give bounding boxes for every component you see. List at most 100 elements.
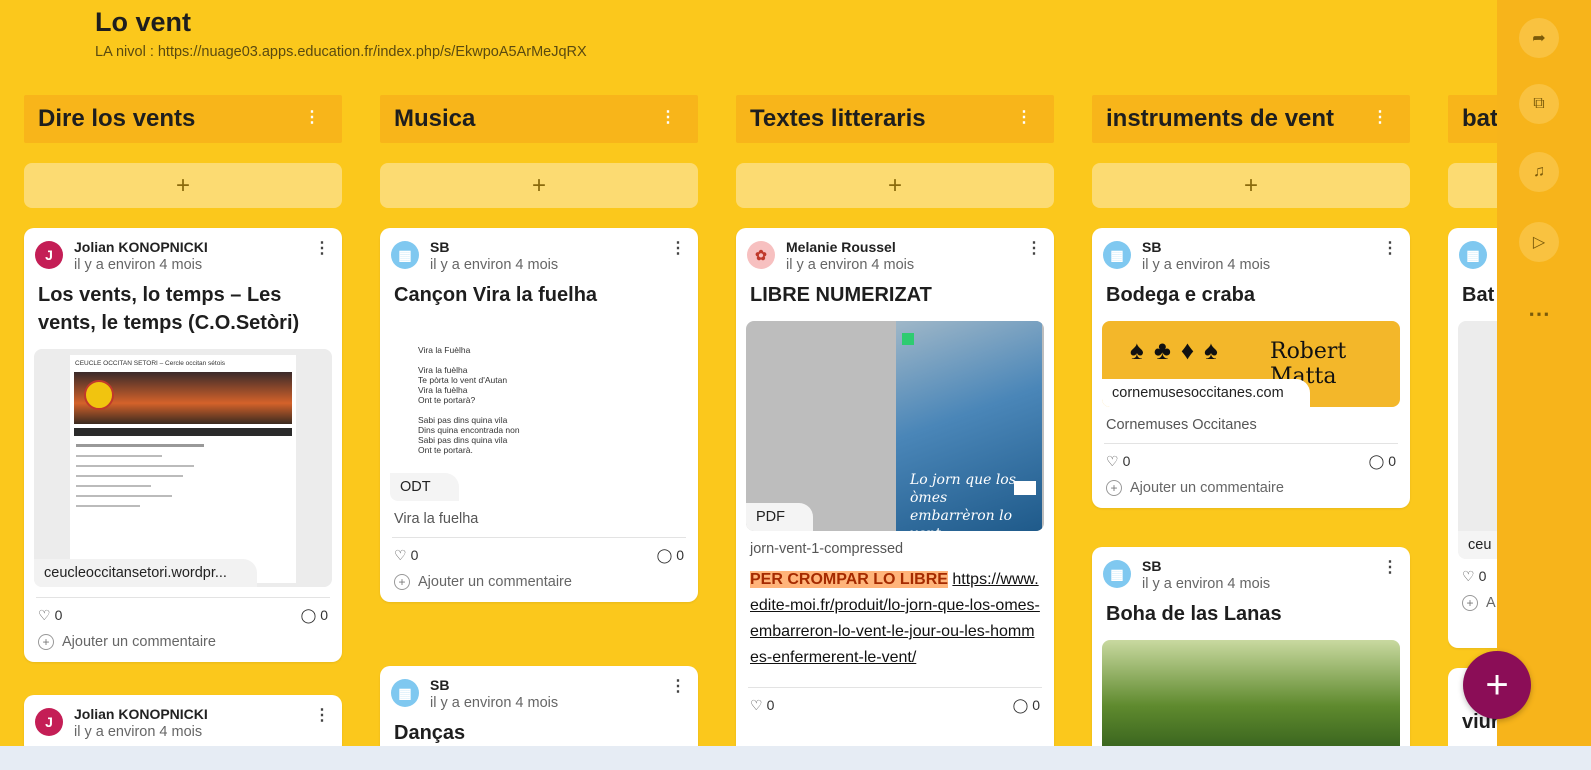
like-button[interactable]: ♡ 0 [394,547,418,564]
comments-button[interactable]: ◯ 0 [301,607,328,624]
add-post-button[interactable]: + [380,163,698,208]
link-domain-tag: ceu [1458,531,1497,559]
like-button[interactable]: ♡ 0 [750,697,774,714]
document-line: Ont te portarà. [418,445,473,455]
post-time: il y a environ 4 mois [74,257,203,273]
document-line: Sabi pas dins quina vila [418,435,508,445]
plus-circle-icon: + [38,634,54,650]
kebab-menu-icon[interactable]: ⋮ [660,107,676,127]
add-post-button[interactable]: + [1092,163,1410,208]
document-text: Vira la Fuèlha Vira la fuèlha Te pòrta lo… [418,345,520,455]
post-title: LIBRE NUMERIZAT [750,284,932,306]
board-subtitle: LA nivol : https://nuage03.apps.educatio… [95,44,587,60]
window-bottom-strip [0,746,1591,770]
post-card[interactable]: ▦ SB il y a environ 4 mois ⋮ Bodega e cr… [1092,228,1410,508]
share-icon[interactable]: ➦ [1519,18,1559,58]
column-title: Musica [394,105,476,132]
kebab-menu-icon[interactable]: ⋮ [1026,238,1042,258]
kebab-menu-icon[interactable]: ⋮ [1372,107,1388,127]
play-icon[interactable]: ▷ [1519,222,1559,262]
board-header: Lo vent LA nivol : https://nuage03.apps.… [95,4,587,60]
add-comment-button[interactable]: + Ajouter un commentaire [24,632,342,662]
comments-button[interactable]: ◯ 0 [657,547,684,564]
document-line: Vira la Fuèlha [418,345,471,355]
post-time: il y a environ 4 mois [430,695,559,711]
post-card[interactable]: ▦ SB il y a environ 4 mois ⋮ Cançon Vira… [380,228,698,602]
kebab-menu-icon[interactable]: ⋮ [1382,557,1398,577]
document-line: Vira la fuèlha [418,365,468,375]
post-card[interactable]: ▦ SB il y a environ 4 mois ⋮ Boha de las… [1092,547,1410,757]
kebab-menu-icon[interactable]: ⋮ [314,238,330,258]
post-time: il y a environ 4 mois [1142,257,1271,273]
add-post-fab[interactable]: + [1463,651,1531,719]
add-comment-button[interactable]: + Ajouter un commentaire [380,572,698,602]
column-title: instruments de vent [1106,105,1335,132]
comment-icon: ◯ [1368,453,1385,469]
comment-icon: ◯ [656,547,673,563]
barcode-icon [1014,481,1036,495]
post-title: Cançon Vira la fuelha [394,284,598,306]
like-button[interactable]: ♡ 0 [1462,568,1486,585]
add-comment-button[interactable]: + A [1448,593,1497,623]
add-post-button[interactable] [1448,163,1497,208]
document-line: Sabi pas dins quina vila [418,415,508,425]
kebab-menu-icon[interactable]: ⋮ [670,676,686,696]
post-title: Bat [1462,284,1495,306]
plus-circle-icon: + [1106,480,1122,496]
document-line: Ont te portarà? [418,395,476,405]
plus-circle-icon: + [1462,595,1478,611]
like-button[interactable]: ♡ 0 [38,607,62,624]
column-title: bat [1462,105,1497,132]
column-textes-litteraris: Textes litteraris ⋮ + ✿ Melanie Roussel … [736,95,1054,768]
add-post-button[interactable]: + [736,163,1054,208]
post-time: il y a environ 4 mois [430,257,559,273]
bell-icon[interactable]: ♫ [1519,152,1559,192]
forest-photo[interactable] [1102,640,1400,757]
column-header: instruments de vent ⋮ [1092,95,1410,143]
comments-button[interactable]: ◯ 0 [1369,453,1396,470]
more-icon[interactable]: ⋯ [1519,294,1559,334]
column-header: Textes litteraris ⋮ [736,95,1054,143]
column-title: Dire los vents [38,105,196,132]
kebab-menu-icon[interactable]: ⋮ [670,238,686,258]
avatar-pattern-icon: ▦ [391,241,419,269]
heart-icon: ♡ [38,607,51,623]
post-card[interactable]: ▦ SB il y a environ 4 mois ⋮ Danças [380,666,698,756]
like-button[interactable]: ♡ 0 [1106,453,1130,470]
post-author: Jolian KONOPNICKI [74,239,208,255]
heart-icon: ♡ [394,547,407,563]
comment-icon: ◯ [300,607,317,623]
file-type-tag: PDF [746,503,813,531]
avatar: J [35,708,63,736]
post-title: Los vents, lo temps – Les vents, le temp… [38,284,300,334]
comment-icon: ◯ [1012,697,1029,713]
kebab-menu-icon[interactable]: ⋮ [314,705,330,725]
document-preview[interactable]: Vira la Fuèlha Vira la fuèlha Te pòrta lo… [390,321,688,501]
column-header: Musica ⋮ [380,95,698,143]
bagpipe-icons: ♠♣♦♠ [1130,335,1228,365]
link-preview[interactable]: ceu [1458,321,1497,559]
plus-icon: + [175,171,190,199]
highlighted-text: PER CROMPAR LO LIBRE [750,571,948,588]
column-instruments-de-vent: instruments de vent ⋮ + ▦ SB il y a envi… [1092,95,1410,757]
kebab-menu-icon[interactable]: ⋮ [304,107,320,127]
add-post-button[interactable]: + [24,163,342,208]
plus-icon: + [1243,171,1258,199]
heart-icon: ♡ [1106,453,1119,469]
crop-icon[interactable]: ⧉ [1519,84,1559,124]
kebab-menu-icon[interactable]: ⋮ [1382,238,1398,258]
kebab-menu-icon[interactable]: ⋮ [1016,107,1032,127]
comments-button[interactable]: ◯ 0 [1013,697,1040,714]
column-header: bat [1448,95,1497,143]
book-title: Lo jorn que los òmes embarrèron lo vent [910,472,1016,531]
post-card[interactable]: J Jolian KONOPNICKI il y a environ 4 moi… [24,228,342,662]
link-preview[interactable]: ♠♣♦♠ Robert Matta cornemusesoccitanes.co… [1102,321,1400,407]
post-card[interactable]: ▦ Bat ceu ♡ 0 + A [1448,228,1497,648]
post-card[interactable]: ✿ Melanie Roussel il y a environ 4 mois … [736,228,1054,768]
post-time: il y a environ 4 mois [1142,576,1271,592]
pdf-preview[interactable]: Lo jorn que los òmes embarrèron lo vent … [746,321,1044,531]
link-preview[interactable]: CEUCLE OCCITAN SETORI – Cercle occitan s… [34,349,332,587]
add-comment-button[interactable]: + Ajouter un commentaire [1092,478,1410,508]
